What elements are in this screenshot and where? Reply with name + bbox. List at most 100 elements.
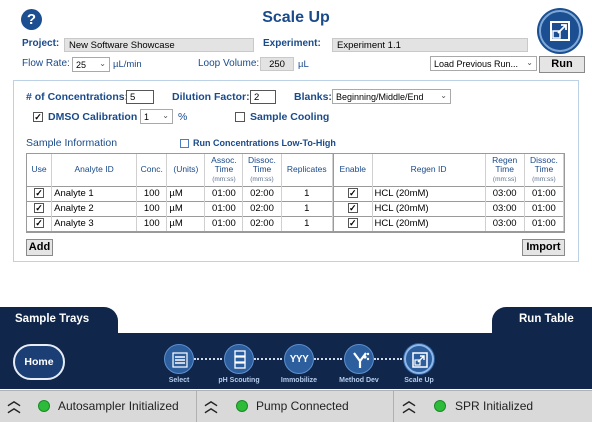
use-cell: ✓ [27, 215, 53, 232]
analyte-id-cell[interactable]: Analyte 3 [51, 215, 138, 232]
experiment-label: Experiment: [263, 38, 321, 49]
step-connector [254, 358, 282, 360]
blanks-select[interactable]: Beginning/Middle/End ⌄ [332, 89, 451, 104]
loop-volume-label: Loop Volume: [198, 58, 260, 69]
analyte-id-cell[interactable]: Analyte 2 [51, 200, 138, 216]
scale-up-icon[interactable] [539, 10, 581, 52]
import-button[interactable]: Import [522, 239, 565, 256]
col-units: (Units) [166, 154, 206, 186]
double-chevron-up-icon[interactable]: ︿ ︿ [204, 394, 218, 414]
dilution-factor-input[interactable]: 2 [250, 90, 276, 104]
col-regen-dissoc-time: Dissoc. Time (mm:ss) [524, 154, 565, 186]
replicates-cell[interactable]: 1 [281, 200, 333, 216]
regen-time-cell[interactable]: 03:00 [485, 215, 525, 232]
regen-dissoc-cell[interactable]: 01:00 [524, 185, 565, 201]
enable-cell: ✓ [334, 215, 373, 232]
use-checkbox[interactable]: ✓ [34, 203, 45, 214]
step-connector [194, 358, 222, 360]
blanks-label: Blanks: [294, 91, 332, 103]
double-chevron-up-icon[interactable]: ︿ ︿ [402, 394, 416, 414]
regen-id-cell[interactable]: HCL (20mM) [372, 200, 486, 216]
dissoc-time-cell[interactable]: 02:00 [242, 215, 282, 232]
regen-time-label: Regen Time [492, 154, 518, 174]
use-checkbox[interactable]: ✓ [34, 188, 45, 199]
replicates-cell[interactable]: 1 [281, 215, 333, 232]
analyte-id-cell[interactable]: Analyte 1 [51, 185, 138, 201]
num-concentrations-label: # of Concentrations: [26, 91, 129, 103]
regen-id-cell[interactable]: HCL (20mM) [372, 215, 486, 232]
dissoc-time-label: Dissoc. Time [248, 154, 276, 174]
step-select-label: Select [168, 377, 190, 384]
enable-checkbox[interactable]: ✓ [347, 218, 358, 229]
step-immobilize-label: Immobilize [280, 377, 318, 384]
step-scale-up[interactable] [404, 344, 434, 374]
flow-rate-unit: µL/min [113, 59, 142, 70]
blanks-value: Beginning/Middle/End [336, 92, 424, 102]
sample-cooling-label: Sample Cooling [250, 111, 330, 123]
step-method-dev-label: Method Dev [339, 377, 379, 384]
assoc-time-cell[interactable]: 01:00 [204, 200, 244, 216]
table-row: ✓ Analyte 1 100 µM 01:00 02:00 1 [27, 185, 333, 201]
regen-dissoc-cell[interactable]: 01:00 [524, 200, 565, 216]
loop-volume-field[interactable]: 250 [260, 57, 294, 71]
low-to-high-checkbox[interactable] [180, 139, 189, 148]
dmso-percent-select[interactable]: 1 ⌄ [140, 109, 173, 124]
assoc-time-cell[interactable]: 01:00 [204, 185, 244, 201]
dissoc-time-cell[interactable]: 02:00 [242, 200, 282, 216]
regen-id-cell[interactable]: HCL (20mM) [372, 185, 486, 201]
conc-cell[interactable]: 100 [136, 215, 168, 232]
step-ph-scouting-label: pH Scouting [218, 377, 260, 384]
table-row: ✓ HCL (20mM) 03:00 01:00 [334, 215, 565, 232]
tab-sample-trays[interactable]: Sample Trays [0, 307, 118, 333]
load-previous-run-select[interactable]: Load Previous Run... ⌄ [430, 56, 537, 71]
sample-information-title: Sample Information [26, 137, 118, 149]
step-ph-scouting[interactable] [224, 344, 254, 374]
sample-cooling-checkbox[interactable] [235, 112, 245, 122]
regen-time-cell[interactable]: 03:00 [485, 200, 525, 216]
status-led-icon [434, 400, 446, 412]
dissoc-time-cell[interactable]: 02:00 [242, 185, 282, 201]
assoc-unit-label: (mm:ss) [212, 175, 236, 183]
use-checkbox[interactable]: ✓ [34, 218, 45, 229]
molecule-icon [353, 352, 370, 368]
conc-cell[interactable]: 100 [136, 185, 168, 201]
dmso-calibration-label: DMSO Calibration [48, 111, 138, 123]
conc-cell[interactable]: 100 [136, 200, 168, 216]
units-cell[interactable]: µM [166, 185, 206, 201]
project-field[interactable]: New Software Showcase [64, 38, 254, 52]
regen-time-cell[interactable]: 03:00 [485, 185, 525, 201]
regen-dissoc-unit-label: (mm:ss) [532, 175, 556, 183]
home-button[interactable]: Home [13, 344, 65, 380]
col-analyte-id: Analyte ID [51, 154, 138, 186]
table-row: ✓ Analyte 2 100 µM 01:00 02:00 1 [27, 200, 333, 216]
assoc-time-label: Assoc. Time [211, 154, 237, 174]
enable-checkbox[interactable]: ✓ [347, 203, 358, 214]
experiment-field[interactable]: Experiment 1.1 [332, 38, 528, 52]
enable-checkbox[interactable]: ✓ [347, 188, 358, 199]
flow-rate-value: 25 [76, 60, 87, 70]
num-concentrations-input[interactable]: 5 [126, 90, 154, 104]
table-row: ✓ HCL (20mM) 03:00 01:00 [334, 185, 565, 201]
assoc-time-cell[interactable]: 01:00 [204, 215, 244, 232]
regen-dissoc-cell[interactable]: 01:00 [524, 215, 565, 232]
use-cell: ✓ [27, 200, 53, 216]
step-immobilize[interactable]: YYY [284, 344, 314, 374]
settings-panel: # of Concentrations: 5 Dilution Factor: … [13, 80, 579, 262]
units-cell[interactable]: µM [166, 215, 206, 232]
step-method-dev[interactable] [344, 344, 374, 374]
tab-run-table[interactable]: Run Table [492, 307, 592, 333]
replicates-cell[interactable]: 1 [281, 185, 333, 201]
double-chevron-up-icon[interactable]: ︿ ︿ [7, 394, 21, 414]
list-icon [172, 352, 188, 368]
step-select[interactable] [164, 344, 194, 374]
run-button[interactable]: Run [539, 56, 585, 73]
col-replicates: Replicates [281, 154, 333, 186]
dmso-calibration-checkbox[interactable]: ✓ [33, 112, 43, 122]
flow-rate-select[interactable]: 25 ⌄ [72, 57, 110, 72]
stack-icon [234, 350, 246, 369]
chevron-down-icon: ⌄ [440, 91, 447, 100]
units-cell[interactable]: µM [166, 200, 206, 216]
add-button[interactable]: Add [26, 239, 53, 256]
status-spr-text: SPR Initialized [455, 399, 534, 413]
project-label: Project: [22, 38, 60, 49]
